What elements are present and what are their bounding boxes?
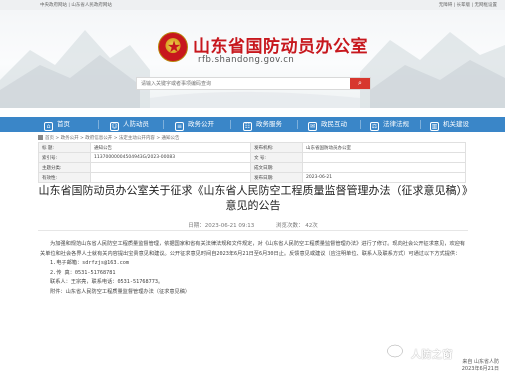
nav-label: 政民互动 — [321, 120, 347, 128]
info-key: 文 号: — [250, 152, 303, 163]
info-key: 索引号: — [38, 152, 91, 163]
article-paragraph: 为加强和规范山东省人民防空工程质量监督管理，依据国家和省有关法律法规和文件规定，… — [40, 241, 466, 257]
nav-label: 法律法规 — [383, 120, 409, 128]
home-icon: ⌂ — [44, 122, 53, 131]
nav-divider — [230, 120, 231, 129]
table-row: 有效性: 发布日期: 2023-06-21 — [38, 172, 466, 183]
divider — [38, 230, 468, 231]
wechat-watermark: 人防之窗 来自 山东省人防 2023年6月21日 — [378, 337, 505, 380]
site-domain: rfb.shandong.gov.cn — [198, 55, 295, 65]
watermark-source: 来自 山东省人防 2023年6月21日 — [462, 359, 499, 373]
info-value — [302, 162, 466, 173]
info-value — [90, 172, 251, 183]
search-icon: ⌕ — [358, 79, 362, 87]
nav-label: 政务公开 — [188, 120, 214, 128]
top-strip: 中央政府网站 | 山东省人民政府网站 无障碍 | 长辈版 | 无网框设置 — [0, 0, 505, 10]
publish-date: 日期：2023-06-21 09:13 — [188, 223, 255, 229]
info-table: 标 题: 通知公告 发布机构: 山东省国防动员办公室 索引号: 11370000… — [38, 142, 466, 183]
building-icon: ▥ — [430, 122, 439, 131]
contact-person: 联系人：王宗亮，联系电话：0531-51768773。 — [50, 279, 164, 285]
location-icon — [38, 135, 43, 140]
breadcrumb: 首页 > 政务公开 > 政府信息公开 > 法定主动公开内容 > 通知公告 — [38, 135, 180, 141]
nav-item-laws[interactable]: ⚖ 法律法规 — [370, 117, 409, 132]
nav-item-gov-affairs[interactable]: ≡ 政务公开 — [175, 117, 214, 132]
nav-divider — [297, 120, 298, 129]
search-box: ⌕ — [136, 77, 371, 90]
header-banner: ★ 山东省国防动员办公室 rfb.shandong.gov.cn ⌕ — [0, 10, 505, 108]
info-value: 11370000004504943G/2023-00083 — [90, 152, 251, 163]
nav-label: 首页 — [57, 120, 70, 128]
nav-item-home[interactable]: ⌂ 首页 — [44, 117, 70, 132]
info-key: 有效性: — [38, 172, 91, 183]
nav-divider — [163, 120, 164, 129]
watermark-date: 2023年6月21日 — [461, 366, 499, 372]
table-row: 标 题: 通知公告 发布机构: 山东省国防动员办公室 — [38, 142, 466, 153]
search-input[interactable] — [141, 79, 341, 89]
nav-label: 政务服务 — [256, 120, 282, 128]
wechat-icon — [387, 344, 409, 361]
nav-item-interaction[interactable]: ✉ 政民互动 — [308, 117, 347, 132]
people-icon: ☺ — [110, 122, 119, 131]
nav-divider — [420, 120, 421, 129]
info-value — [90, 162, 251, 173]
nav-divider — [360, 120, 361, 129]
site-title[interactable]: 山东省国防动员办公室 — [193, 32, 368, 57]
contact-fax: 2.传 真：0531-51768781 — [50, 269, 116, 276]
table-row: 主题分类: 成文日期: — [38, 162, 466, 173]
info-key: 主题分类: — [38, 162, 91, 173]
nav-item-organ-building[interactable]: ▥ 机关建设 — [430, 117, 469, 132]
info-key: 标 题: — [38, 142, 91, 153]
attachment-link[interactable]: 附件：山东省人民防空工程质量监督管理办法（征求意见稿） — [40, 288, 468, 298]
info-value: 山东省国防动员办公室 — [302, 142, 466, 153]
gov-links[interactable]: 中央政府网站 | 山东省人民政府网站 — [40, 2, 112, 8]
table-row: 索引号: 11370000004504943G/2023-00083 文 号: — [38, 152, 466, 163]
article-title: 山东省国防动员办公室关于征求《山东省人民防空工程质量监督管理办法（征求意见稿）》… — [38, 184, 468, 212]
emblem-logo: ★ — [158, 32, 188, 62]
document-icon: ≡ — [175, 122, 184, 131]
info-key: 发布日期: — [250, 172, 303, 183]
info-value — [302, 152, 466, 163]
info-value: 通知公告 — [90, 142, 251, 153]
view-count: 浏览次数： 42次 — [276, 223, 318, 229]
nav-label: 人防动员 — [123, 120, 149, 128]
article-body: 为加强和规范山东省人民防空工程质量监督管理，依据国家和省有关法律法规和文件规定，… — [40, 240, 468, 297]
search-button[interactable]: ⌕ — [350, 78, 370, 89]
info-key: 发布机构: — [250, 142, 303, 153]
accessibility-links[interactable]: 无障碍 | 长辈版 | 无网框设置 — [439, 2, 497, 8]
article-meta: 日期：2023-06-21 09:13 浏览次数： 42次 — [38, 221, 468, 229]
breadcrumb-text[interactable]: 首页 > 政务公开 > 政府信息公开 > 法定主动公开内容 > 通知公告 — [45, 136, 180, 141]
watermark-name: 人防之窗 — [411, 350, 453, 361]
star-icon: ★ — [166, 37, 182, 56]
info-value: 2023-06-21 — [302, 172, 466, 183]
nav-item-civil-defense[interactable]: ☺ 人防动员 — [110, 117, 149, 132]
nav-label: 机关建设 — [443, 120, 469, 128]
info-key: 成文日期: — [250, 162, 303, 173]
watermark-source-line: 来自 山东省人防 — [462, 359, 499, 365]
scale-icon: ⚖ — [370, 122, 379, 131]
main-nav: ⌂ 首页 ☺ 人防动员 ≡ 政务公开 ☷ 政务服务 ✉ 政民互动 ⚖ 法律法规 ▥ 机关建设 — [0, 117, 505, 132]
nav-divider — [98, 120, 99, 129]
nav-item-gov-service[interactable]: ☷ 政务服务 — [243, 117, 282, 132]
service-icon: ☷ — [243, 122, 252, 131]
chat-icon: ✉ — [308, 122, 317, 131]
contact-email: 1.电子邮箱：sdrfzjs@163.com — [50, 260, 130, 266]
